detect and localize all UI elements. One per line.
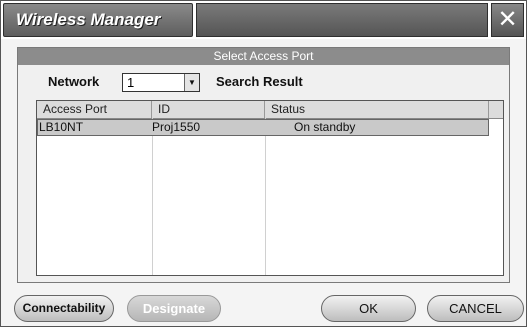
network-select[interactable]: 1 ▼ (122, 73, 200, 92)
close-icon: ✕ (497, 6, 518, 33)
cell-status: On standby (294, 120, 356, 134)
ok-button[interactable]: OK (321, 295, 416, 322)
table-row[interactable]: LB10NT Proj1550 On standby (37, 119, 489, 136)
designate-button[interactable]: Designate (127, 295, 221, 322)
window-title: Wireless Manager (16, 10, 161, 29)
cell-access-port: LB10NT (39, 120, 84, 134)
cell-id: Proj1550 (152, 120, 201, 134)
wireless-manager-window: Wireless Manager ✕ Select Access Port Ne… (0, 0, 527, 327)
column-header-id[interactable]: ID (152, 101, 265, 118)
column-header-access-port[interactable]: Access Port (37, 101, 152, 118)
network-select-value: 1 (127, 75, 135, 90)
table-header: Access Port ID Status (37, 101, 503, 119)
panel-header: Select Access Port (18, 48, 509, 65)
column-header-status[interactable]: Status (265, 101, 489, 118)
column-divider (265, 118, 266, 275)
title-bar: Wireless Manager ✕ (1, 1, 526, 39)
title-tab: Wireless Manager (3, 3, 193, 37)
column-divider (152, 118, 153, 275)
network-label: Network (48, 74, 100, 89)
access-port-table: Access Port ID Status LB10NT Proj1550 On… (36, 100, 504, 276)
select-access-port-panel: Select Access Port Network 1 ▼ Search Re… (17, 47, 510, 283)
search-result-label: Search Result (216, 74, 303, 89)
title-bar-spacer (196, 3, 488, 37)
close-button[interactable]: ✕ (491, 3, 524, 37)
cancel-button[interactable]: CANCEL (427, 295, 524, 322)
connectability-button[interactable]: Connectability (14, 295, 114, 322)
chevron-down-icon[interactable]: ▼ (184, 74, 199, 91)
